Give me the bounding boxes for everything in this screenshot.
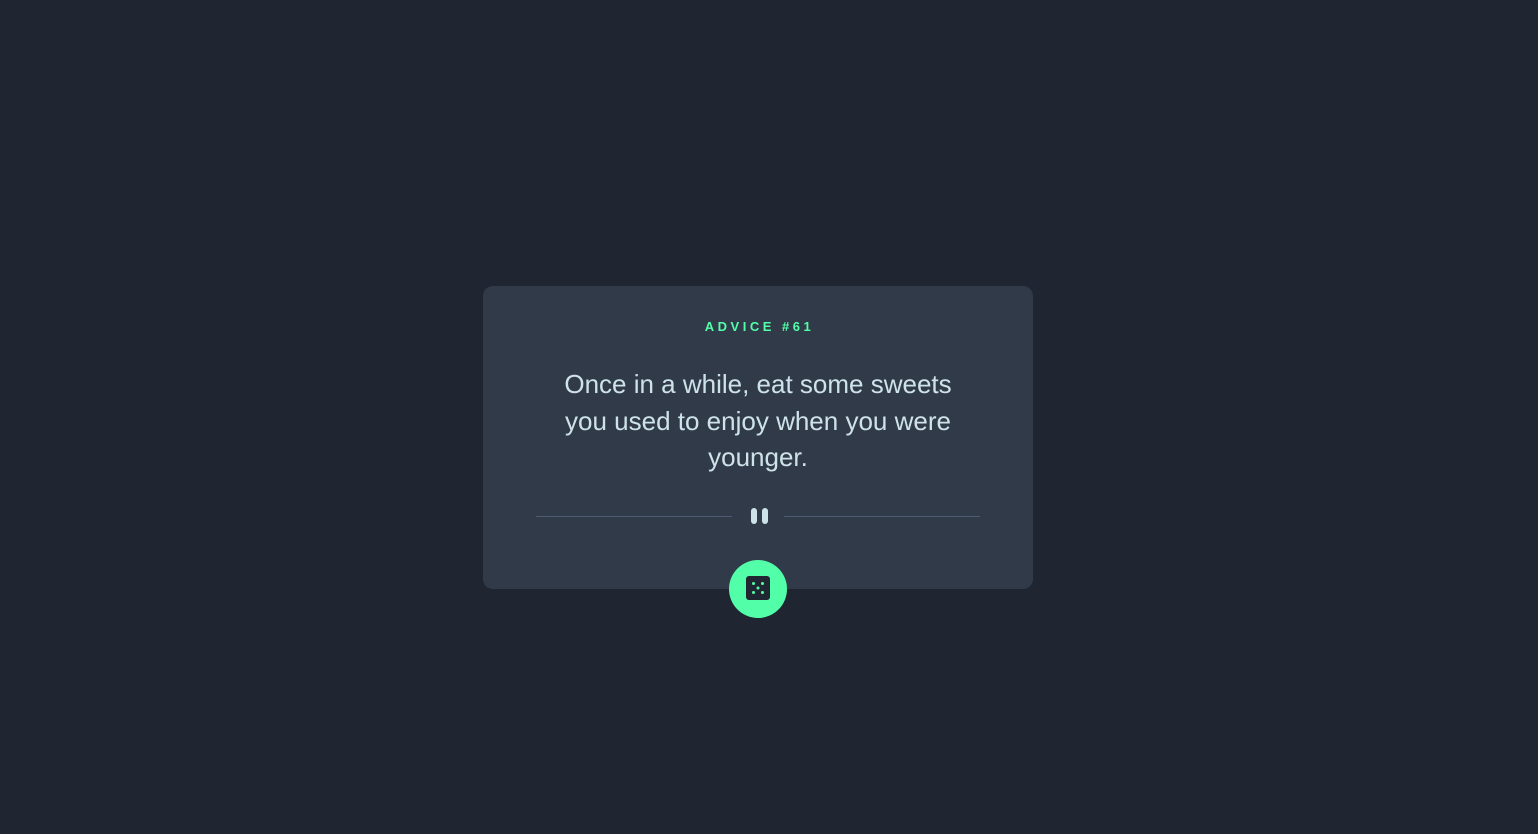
divider-line-left — [536, 516, 732, 517]
advice-id: ADVICE #61 — [704, 319, 815, 334]
pause-icon — [747, 507, 769, 525]
advice-quote: Once in a while, eat some sweets you use… — [564, 369, 952, 472]
advice-card: ADVICE #61 Once in a while, eat some swe… — [483, 286, 1033, 618]
new-advice-button[interactable] — [729, 560, 787, 618]
divider-line-right — [784, 516, 980, 517]
dice-icon — [746, 576, 770, 600]
pattern-divider — [536, 507, 980, 525]
